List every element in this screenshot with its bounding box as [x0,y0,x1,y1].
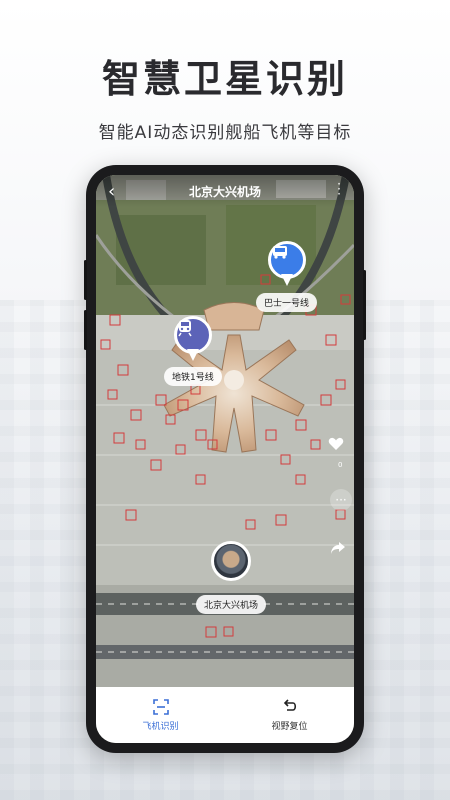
metro-marker[interactable] [174,316,212,364]
phone-volume-button [84,260,87,300]
metro-line-label[interactable]: 地铁1号线 [164,367,222,386]
tab-reset-view-label: 视野复位 [271,722,308,732]
phone-power-button [363,270,366,340]
tab-aircraft-recognition-label: 飞机识别 [142,722,179,732]
more-horizontal-icon[interactable]: ··· [330,489,352,511]
promo-subline: 智能AI动态识别舰船飞机等目标 [98,123,352,143]
promo-headline: 智慧卫星识别 [101,57,348,101]
tab-reset-view[interactable]: 视野复位 [225,687,354,743]
scan-icon [152,699,169,715]
tab-aircraft-recognition[interactable]: 飞机识别 [96,687,225,743]
bus-line-label[interactable]: 巴士一号线 [256,293,318,312]
like-count: 0 [338,461,343,469]
bottom-tab-bar: 飞机识别 视野复位 [96,687,354,743]
bus-marker[interactable] [268,241,306,289]
heart-icon[interactable] [328,437,350,459]
map-top-bar: ‹ 北京大兴机场 · · · [96,175,354,207]
reset-view-icon [283,699,296,711]
phone-screen: ‹ 北京大兴机场 · · · 巴士一号线 地铁1号线 北京大兴机场 0 ··· … [96,175,354,743]
back-arrow-icon[interactable]: ‹ [108,181,115,202]
airport-label[interactable]: 北京大兴机场 [196,595,267,614]
airport-photo-marker[interactable] [211,541,251,581]
more-vertical-icon[interactable]: · · · [336,178,342,200]
map-title: 北京大兴机场 [188,184,261,199]
phone-volume-button-2 [84,310,87,350]
share-icon[interactable] [330,541,352,563]
satellite-map[interactable]: ‹ 北京大兴机场 · · · 巴士一号线 地铁1号线 北京大兴机场 0 ··· [96,175,354,687]
